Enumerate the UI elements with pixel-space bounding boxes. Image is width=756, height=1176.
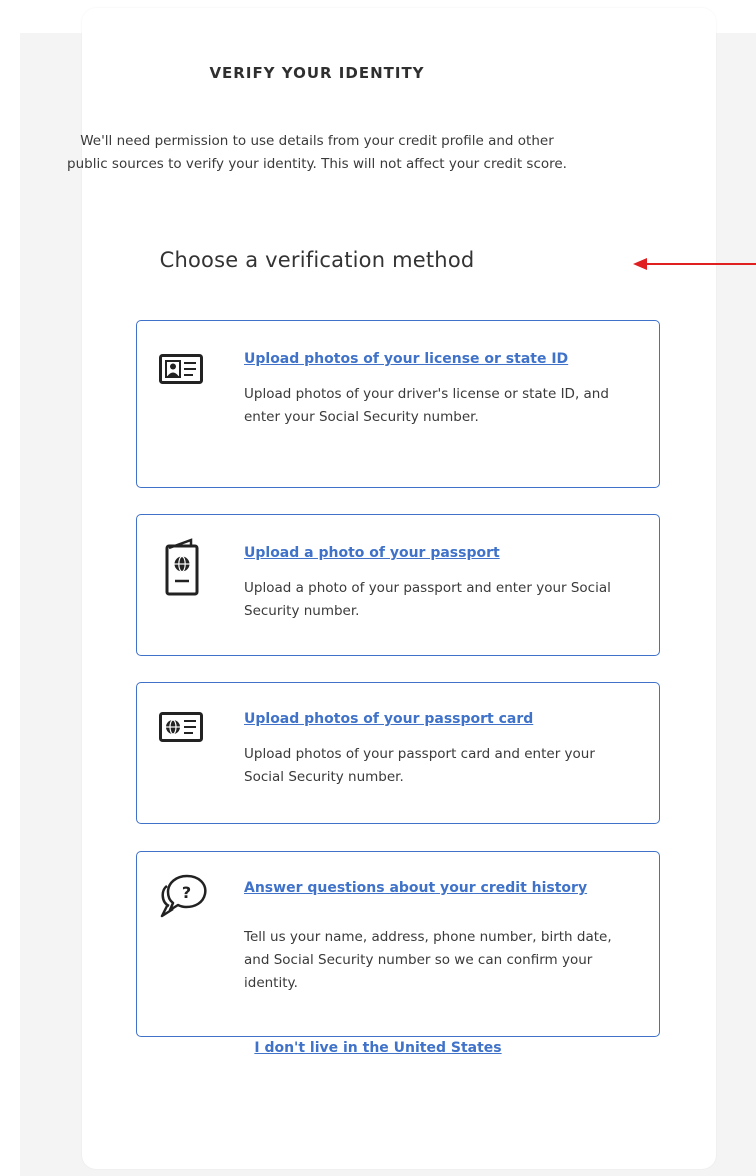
id-card-icon [159,354,203,388]
passport-card-icon [159,712,203,746]
method-card-passport-card[interactable]: Upload photos of your passport card Uplo… [136,682,660,824]
chat-question-icon: ? [159,872,209,924]
method-card-credit-questions[interactable]: ? Answer questions about your credit his… [136,851,660,1037]
passport-icon [165,538,199,600]
non-us-resident-link[interactable]: I don't live in the United States [0,1040,756,1056]
page-title: VERIFY YOUR IDENTITY [209,64,425,82]
method-description-license: Upload photos of your driver's license o… [244,386,609,425]
method-card-passport[interactable]: Upload a photo of your passport Upload a… [136,514,660,656]
annotation-arrow-icon [633,258,756,270]
method-link-credit-questions[interactable]: Answer questions about your credit histo… [244,880,604,896]
method-description-passport-card: Upload photos of your passport card and … [244,746,595,785]
method-description-credit-questions: Tell us your name, address, phone number… [244,929,612,991]
intro-text: We'll need permission to use details fro… [67,133,567,172]
method-link-passport-card[interactable]: Upload photos of your passport card [244,711,644,727]
svg-text:?: ? [182,883,191,902]
method-card-license[interactable]: Upload photos of your license or state I… [136,320,660,488]
method-link-passport[interactable]: Upload a photo of your passport [244,545,644,561]
method-description-passport: Upload a photo of your passport and ente… [244,580,611,619]
section-subtitle: Choose a verification method [159,248,475,272]
method-link-license[interactable]: Upload photos of your license or state I… [244,351,644,367]
